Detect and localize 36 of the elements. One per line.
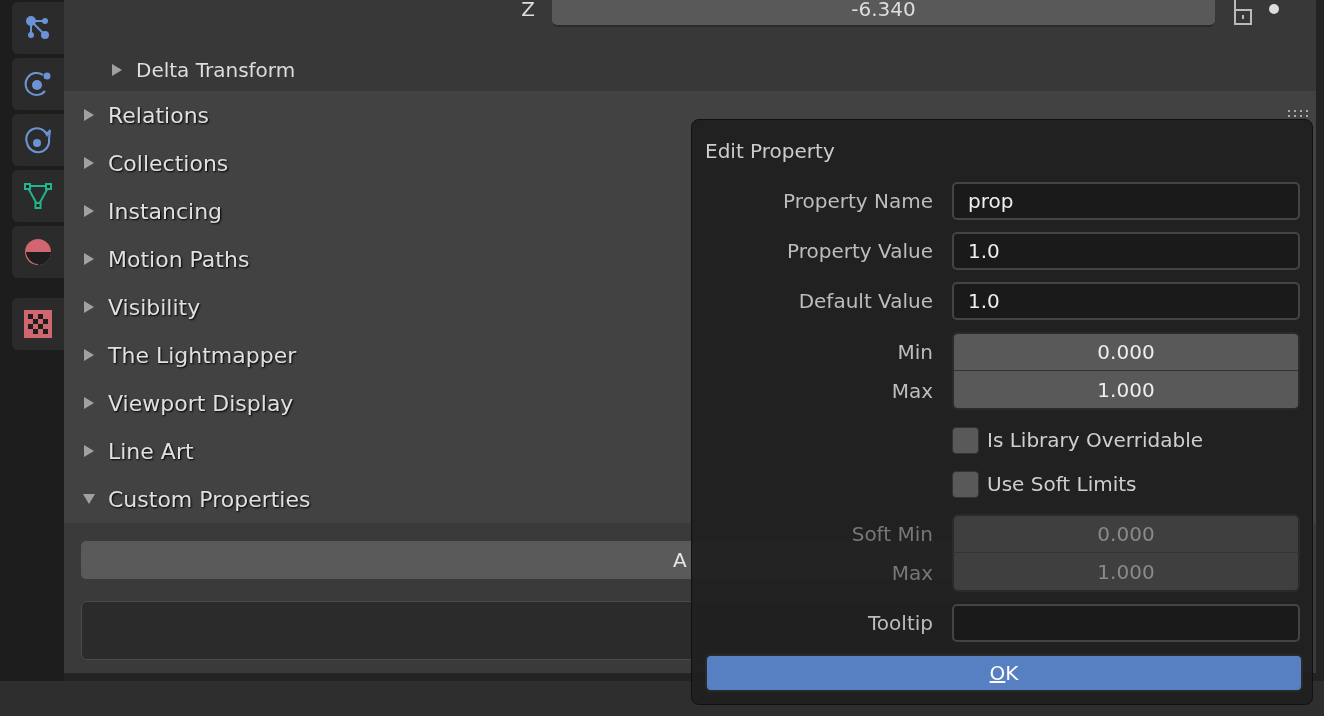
orbit-icon bbox=[23, 69, 53, 99]
checkbox-label: Use Soft Limits bbox=[987, 471, 1137, 498]
text-field[interactable]: 1.0 bbox=[952, 232, 1300, 270]
field-label: Property Value bbox=[786, 238, 933, 265]
field-label: Property Name bbox=[782, 188, 933, 215]
number-field[interactable]: 1.000 bbox=[952, 371, 1300, 410]
axis-label: Z bbox=[520, 0, 536, 23]
checkbox-label: Is Library Overridable bbox=[987, 427, 1203, 454]
field-label: Max bbox=[890, 377, 933, 405]
target-icon bbox=[23, 125, 53, 155]
ok-button[interactable]: OK bbox=[705, 654, 1303, 692]
subpanel-header[interactable]: Delta Transform bbox=[64, 48, 1316, 91]
checkbox[interactable] bbox=[952, 426, 979, 454]
number-field[interactable]: 0.000 bbox=[952, 332, 1300, 371]
text-field[interactable]: 1.0 bbox=[952, 282, 1300, 320]
triangle-mesh-icon bbox=[23, 181, 53, 211]
properties-tab[interactable] bbox=[12, 226, 64, 278]
lock-icon[interactable] bbox=[1231, 0, 1255, 28]
dialog-title: Edit Property bbox=[705, 138, 836, 165]
material-sphere-icon bbox=[23, 237, 53, 267]
resize-grip-icon[interactable] bbox=[1288, 110, 1310, 117]
properties-tab[interactable] bbox=[12, 170, 64, 222]
number-field[interactable]: -6.340 bbox=[552, 0, 1215, 27]
checker-texture-icon bbox=[23, 309, 53, 339]
properties-tab[interactable] bbox=[12, 2, 64, 54]
text-field[interactable]: prop bbox=[952, 182, 1300, 220]
properties-tab[interactable] bbox=[12, 58, 64, 110]
dot-icon[interactable] bbox=[1268, 3, 1280, 15]
properties-tab[interactable] bbox=[12, 114, 64, 166]
tooltip-field[interactable] bbox=[952, 604, 1300, 642]
checkbox[interactable] bbox=[952, 470, 979, 498]
panel-header[interactable]: Relations bbox=[64, 91, 1316, 139]
properties-tab[interactable] bbox=[12, 298, 64, 350]
field-label: Tooltip bbox=[867, 610, 933, 637]
field-label: Default Value bbox=[797, 288, 933, 315]
field-label: Min bbox=[896, 338, 933, 366]
